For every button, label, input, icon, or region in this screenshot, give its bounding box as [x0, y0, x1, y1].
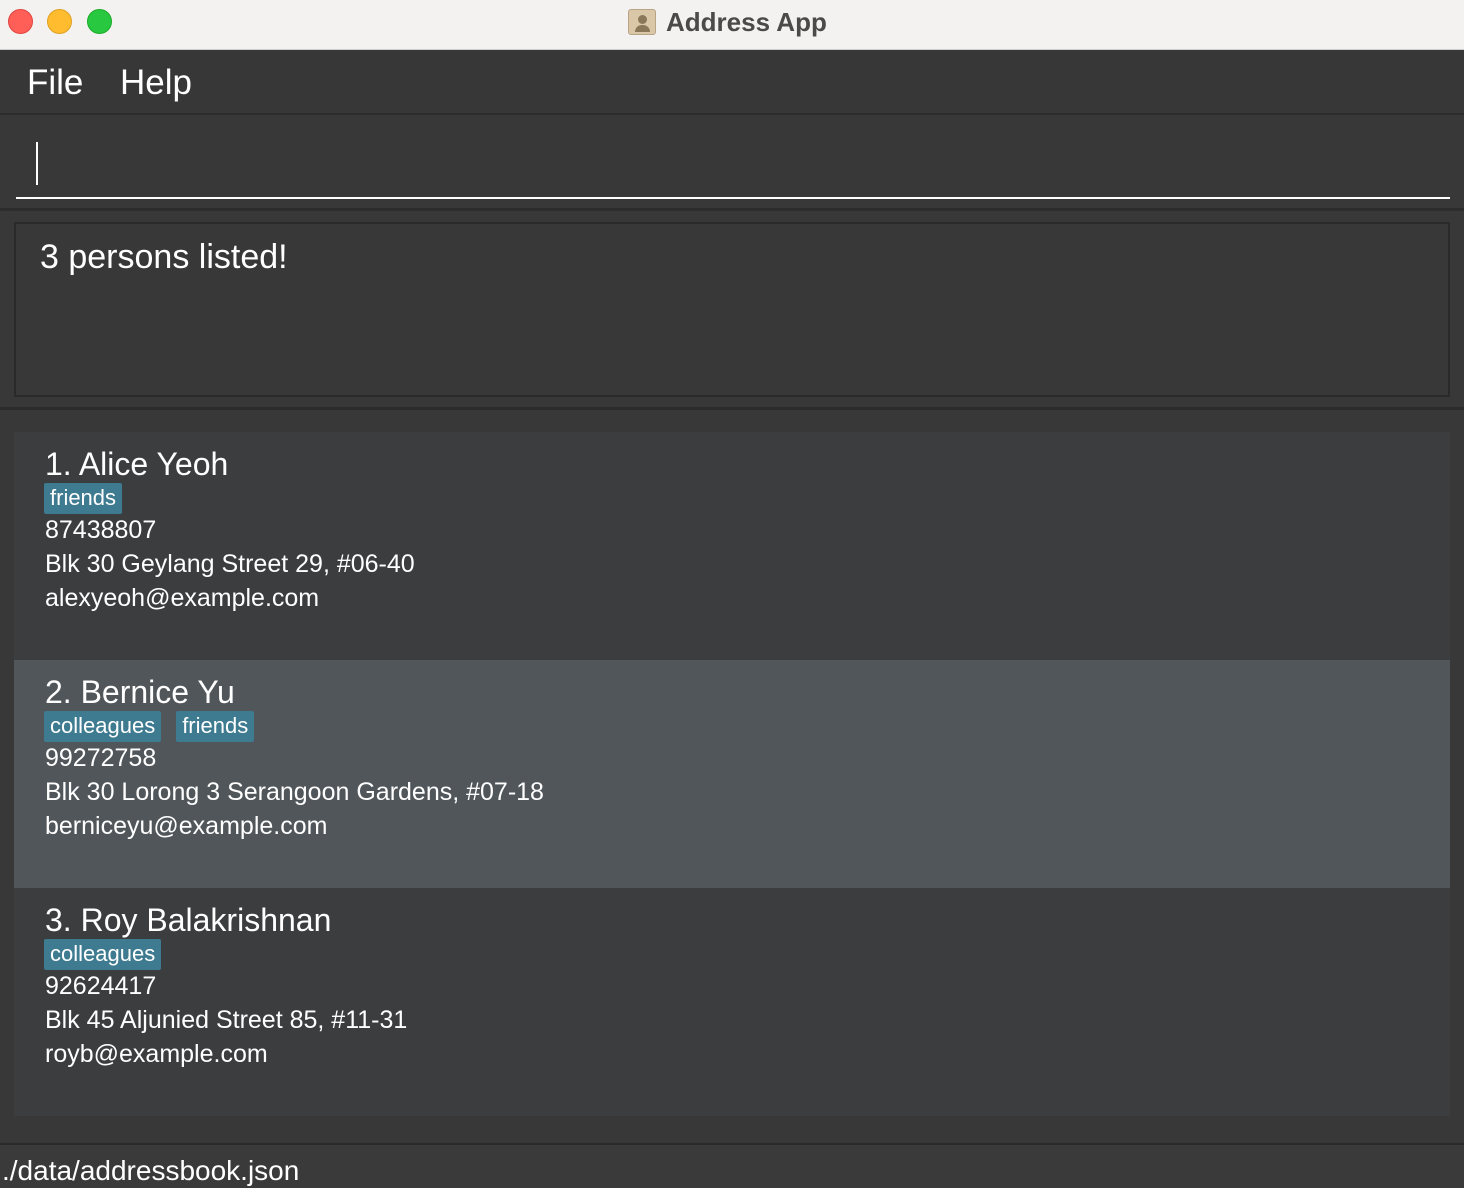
tag-label: friends [176, 711, 255, 742]
status-bar: ./data/addressbook.json [0, 1143, 1464, 1188]
result-display[interactable]: 3 persons listed! [14, 222, 1450, 397]
close-window-button[interactable] [8, 9, 33, 34]
person-address: Blk 45 Aljunied Street 85, #11-31 [45, 1006, 408, 1034]
result-display-area: 3 persons listed! [0, 213, 1464, 410]
command-input[interactable] [16, 131, 1450, 199]
person-email: royb@example.com [45, 1040, 268, 1068]
person-name: 1. Alice Yeoh [45, 446, 229, 482]
person-card-selected[interactable]: 2. Bernice Yu colleagues friends 9927275… [14, 660, 1450, 888]
person-phone: 92624417 [45, 972, 157, 1000]
menu-bar: File Help [0, 51, 1464, 115]
person-email: berniceyu@example.com [45, 812, 328, 840]
person-tags: friends [44, 483, 123, 514]
menu-file[interactable]: File [27, 63, 83, 103]
person-phone: 99272758 [45, 744, 157, 772]
person-address: Blk 30 Geylang Street 29, #06-40 [45, 550, 415, 578]
result-message: 3 persons listed! [40, 238, 288, 276]
minimize-window-button[interactable] [47, 9, 72, 34]
person-name: 3. Roy Balakrishnan [45, 902, 332, 938]
window-title: Address App [666, 6, 827, 37]
save-location: ./data/addressbook.json [2, 1155, 300, 1186]
menu-help[interactable]: Help [120, 63, 192, 103]
maximize-window-button[interactable] [87, 9, 112, 34]
command-box-area [0, 117, 1464, 211]
window-title-group: Address App [628, 6, 827, 38]
tag-label: colleagues [44, 939, 162, 970]
person-list[interactable]: 1. Alice Yeoh friends 87438807 Blk 30 Ge… [0, 413, 1464, 1142]
person-phone: 87438807 [45, 516, 157, 544]
title-bar: Address App [0, 0, 1464, 50]
tag-label: colleagues [44, 711, 162, 742]
app-window: Address App File Help 3 persons listed! … [0, 0, 1464, 1188]
address-book-icon [628, 9, 656, 35]
person-tags: colleagues [44, 939, 162, 970]
person-card[interactable]: 3. Roy Balakrishnan colleagues 92624417 … [14, 888, 1450, 1116]
tag-label: friends [44, 483, 123, 514]
person-tags: colleagues friends [44, 711, 255, 742]
person-card[interactable]: 1. Alice Yeoh friends 87438807 Blk 30 Ge… [14, 432, 1450, 660]
text-caret [36, 142, 38, 185]
person-address: Blk 30 Lorong 3 Serangoon Gardens, #07-1… [45, 778, 544, 806]
person-name: 2. Bernice Yu [45, 674, 235, 710]
person-email: alexyeoh@example.com [45, 584, 320, 612]
